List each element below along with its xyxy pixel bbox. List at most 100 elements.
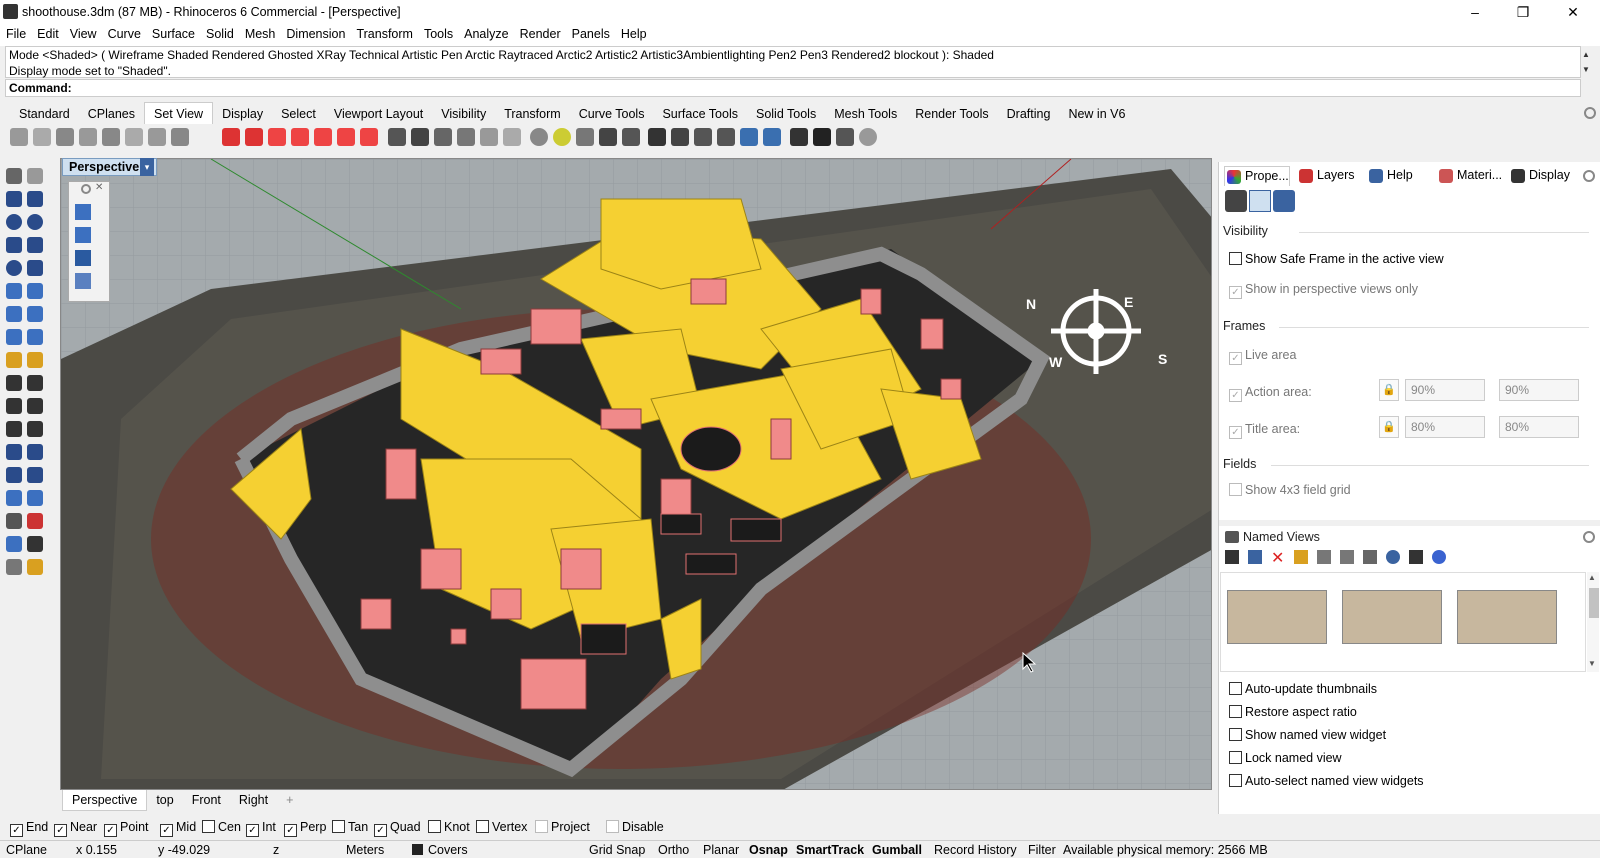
copy-named-view-icon[interactable] bbox=[1363, 550, 1377, 564]
walk-icon[interactable] bbox=[671, 128, 689, 146]
osnap-end[interactable]: ✓ End bbox=[10, 820, 48, 837]
toolbar-settings-gear-icon[interactable] bbox=[1584, 107, 1596, 119]
film-strip-icon[interactable] bbox=[1409, 550, 1423, 564]
mesh-icon[interactable] bbox=[27, 329, 43, 345]
panel-tab-materials[interactable]: Materi... bbox=[1437, 166, 1502, 186]
tab-cplanes[interactable]: CPlanes bbox=[79, 103, 144, 125]
scroll-down-icon[interactable]: ▼ bbox=[1580, 65, 1592, 75]
palette-close-icon[interactable]: ✕ bbox=[95, 182, 103, 193]
view-cube-2-icon[interactable] bbox=[75, 227, 91, 243]
group-icon[interactable] bbox=[27, 513, 43, 529]
view-cube-3-icon[interactable] bbox=[75, 250, 91, 266]
osnap-perp[interactable]: ✓ Perp bbox=[284, 820, 326, 837]
osnap-tan[interactable]: Tan bbox=[332, 820, 368, 834]
explode-icon[interactable] bbox=[27, 398, 43, 414]
panel-tab-layers[interactable]: Layers bbox=[1297, 166, 1355, 186]
grid-icon[interactable] bbox=[6, 513, 22, 529]
panel-tab-display[interactable]: Display bbox=[1509, 166, 1570, 186]
tab-visibility[interactable]: Visibility bbox=[432, 103, 495, 125]
arc-icon[interactable] bbox=[6, 260, 22, 276]
show-named-view-widget-checkbox[interactable]: Show named view widget bbox=[1229, 728, 1386, 742]
viewport-properties-icon[interactable] bbox=[1249, 190, 1271, 212]
menu-curve[interactable]: Curve bbox=[102, 24, 146, 41]
join-icon[interactable] bbox=[6, 398, 22, 414]
panel-tab-help[interactable]: Help bbox=[1367, 166, 1413, 186]
action-area-height-field[interactable]: 90% bbox=[1499, 379, 1579, 401]
osnap-int[interactable]: ✓ Int bbox=[246, 820, 276, 837]
named-view-icon[interactable] bbox=[388, 128, 406, 146]
aircraft-2-icon[interactable] bbox=[763, 128, 781, 146]
scroll-up-icon[interactable]: ▲ bbox=[1588, 573, 1596, 582]
save-named-view-icon[interactable] bbox=[1225, 550, 1239, 564]
dimension-icon[interactable] bbox=[27, 444, 43, 460]
planar-toggle[interactable]: Planar bbox=[703, 843, 739, 857]
swap-icon[interactable] bbox=[790, 128, 808, 146]
tab-mesh-tools[interactable]: Mesh Tools bbox=[825, 103, 906, 125]
menu-view[interactable]: View bbox=[64, 24, 102, 41]
polygon-icon[interactable] bbox=[6, 237, 22, 253]
lock-icon[interactable]: 🔒 bbox=[1379, 416, 1399, 438]
target-icon[interactable] bbox=[530, 128, 548, 146]
zoom-selected-icon[interactable] bbox=[148, 128, 166, 146]
menu-file[interactable]: File bbox=[0, 24, 31, 41]
panel-tab-properties[interactable]: Prope... bbox=[1224, 166, 1290, 186]
fillet-icon[interactable] bbox=[6, 421, 22, 437]
osnap-cen[interactable]: Cen bbox=[202, 820, 241, 834]
palette-gear-icon[interactable] bbox=[81, 184, 91, 194]
show-field-grid-checkbox[interactable]: Show 4x3 field grid bbox=[1229, 483, 1351, 497]
walk-person-icon[interactable] bbox=[813, 128, 831, 146]
tab-front[interactable]: Front bbox=[183, 790, 230, 810]
measure-icon[interactable] bbox=[27, 490, 43, 506]
tab-surface-tools[interactable]: Surface Tools bbox=[653, 103, 747, 125]
scroll-thumb[interactable] bbox=[1589, 588, 1599, 618]
live-area-checkbox[interactable]: ✓ Live area bbox=[1229, 348, 1296, 365]
view-cube-icon[interactable] bbox=[75, 204, 91, 220]
osnap-toggle[interactable]: Osnap bbox=[749, 843, 788, 857]
show-safe-frame-checkbox[interactable]: Show Safe Frame in the active view bbox=[1229, 252, 1444, 266]
named-views-gear-icon[interactable] bbox=[1583, 531, 1595, 543]
tab-display[interactable]: Display bbox=[213, 103, 272, 125]
menu-transform[interactable]: Transform bbox=[350, 24, 418, 41]
eye-icon[interactable] bbox=[1386, 550, 1400, 564]
polyline-icon[interactable] bbox=[6, 191, 22, 207]
car-view-5-icon[interactable] bbox=[360, 128, 378, 146]
plane-view-icon[interactable] bbox=[694, 128, 712, 146]
named-view-thumbnail[interactable] bbox=[1342, 590, 1442, 644]
auto-update-thumbnails-checkbox[interactable]: Auto-update thumbnails bbox=[1229, 682, 1377, 696]
tab-drafting[interactable]: Drafting bbox=[998, 103, 1060, 125]
lens-icon[interactable] bbox=[622, 128, 640, 146]
car-view-3-icon[interactable] bbox=[314, 128, 332, 146]
osnap-disable[interactable]: Disable bbox=[606, 820, 664, 834]
named-view-tool-icon[interactable] bbox=[1317, 550, 1331, 564]
rotate-view-icon[interactable] bbox=[33, 128, 51, 146]
render-properties-icon[interactable] bbox=[1273, 190, 1295, 212]
restore-aspect-ratio-checkbox[interactable]: Restore aspect ratio bbox=[1229, 705, 1357, 719]
surface-icon[interactable] bbox=[6, 283, 22, 299]
menu-analyze[interactable]: Analyze bbox=[458, 24, 513, 41]
box-icon[interactable] bbox=[6, 306, 22, 322]
osnap-vertex[interactable]: Vertex bbox=[476, 820, 527, 834]
freeform-icon[interactable] bbox=[27, 260, 43, 276]
menu-help[interactable]: Help bbox=[615, 24, 652, 41]
close-button[interactable]: ✕ bbox=[1550, 0, 1596, 24]
ellipse-icon[interactable] bbox=[27, 214, 43, 230]
block-icon[interactable] bbox=[6, 559, 22, 575]
named-view-thumbnail[interactable] bbox=[1227, 590, 1327, 644]
tab-top[interactable]: top bbox=[147, 790, 182, 810]
lock-icon[interactable]: 🔒 bbox=[1379, 379, 1399, 401]
record-history-toggle[interactable]: Record History bbox=[934, 843, 1017, 857]
mirror-icon[interactable] bbox=[27, 467, 43, 483]
tab-perspective[interactable]: Perspective bbox=[62, 790, 148, 811]
circle-icon[interactable] bbox=[6, 214, 22, 230]
osnap-knot[interactable]: Knot bbox=[428, 820, 470, 834]
split-icon[interactable] bbox=[27, 375, 43, 391]
named-view-thumbnail[interactable] bbox=[1457, 590, 1557, 644]
render-icon[interactable] bbox=[27, 352, 43, 368]
scroll-up-icon[interactable]: ▲ bbox=[1580, 50, 1592, 60]
minimize-button[interactable]: – bbox=[1452, 0, 1498, 24]
rectangle-icon[interactable] bbox=[27, 237, 43, 253]
help-circle-icon[interactable] bbox=[1432, 550, 1446, 564]
point-icon[interactable] bbox=[27, 168, 43, 184]
paint-icon[interactable] bbox=[27, 559, 43, 575]
aircraft-icon[interactable] bbox=[740, 128, 758, 146]
